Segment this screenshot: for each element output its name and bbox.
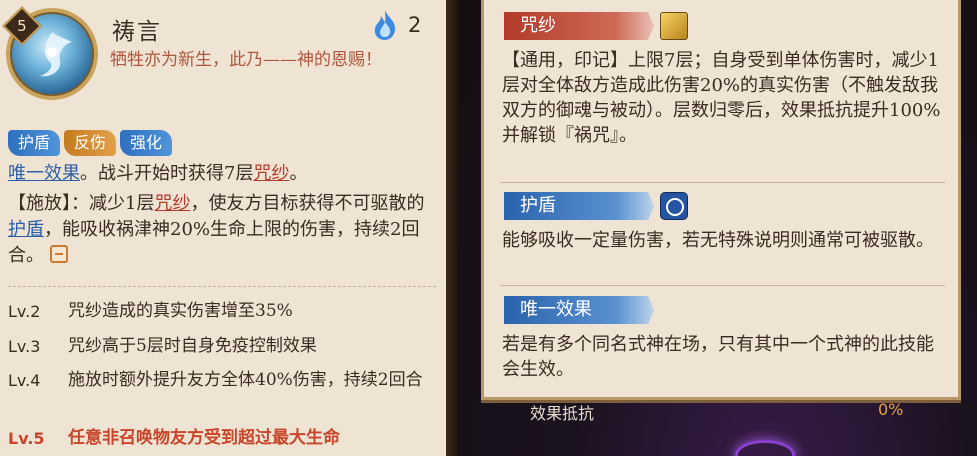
- keyword-unique-effect[interactable]: 唯一效果: [8, 163, 80, 184]
- tooltip-divider: [500, 182, 945, 183]
- tooltip-divider: [500, 285, 945, 286]
- stat-label-effect-resist: 效果抵抗: [530, 404, 595, 423]
- cost-value: 2: [408, 13, 422, 37]
- level-row: Lv.4 施放时额外提升友方全体40%伤害，持续2回合: [8, 370, 423, 390]
- shield-badge-icon: [660, 192, 688, 220]
- tooltip-text-shield: 能够吸收一定量伤害，若无特殊说明则通常可被驱散。: [502, 230, 934, 251]
- tag-enhance[interactable]: 强化: [120, 130, 173, 156]
- skill-cost: 2: [370, 8, 421, 42]
- skill-quote: 牺牲亦为新生，此乃——神的恩赐！: [110, 50, 382, 70]
- keyword-shield[interactable]: 护盾: [8, 219, 44, 240]
- skill-icon-wrap: 5: [2, 6, 98, 100]
- tooltip-text-curse-veil: 【通用，印记】上限7层；自身受到单体伤害时，减少1层对全体敌方造成此伤害20%的…: [502, 50, 941, 146]
- keyword-curse-veil-2[interactable]: 咒纱: [154, 193, 190, 214]
- section-divider: [8, 286, 436, 287]
- keyword-tooltip: 咒纱 【通用，印记】上限7层；自身受到单体伤害时，减少1层对全体敌方造成此伤害2…: [481, 0, 961, 400]
- stat-value-effect-resist: 0%: [878, 400, 904, 419]
- keyword-curse-veil[interactable]: 咒纱: [253, 163, 289, 184]
- tooltip-text-unique-effect: 若是有多个同名式神在场，只有其中一个式神的此技能会生效。: [502, 334, 934, 380]
- passive-description: 唯一效果。战斗开始时获得7层咒纱。: [8, 163, 308, 184]
- level-row-max: Lv.5 任意非召唤物友方受到超过最大生命: [8, 428, 340, 448]
- level-row: Lv.3 咒纱高于5层时自身免疫控制效果: [8, 336, 317, 356]
- tooltip-title-shield: 护盾: [504, 192, 654, 220]
- tooltip-title-curse-veil: 咒纱: [504, 12, 654, 40]
- skill-name: 祷言: [112, 19, 162, 45]
- tag-reflect[interactable]: 反伤: [64, 130, 117, 156]
- level-row: Lv.2 咒纱造成的真实伤害增至35%: [8, 301, 293, 321]
- panel-edge: [446, 0, 460, 456]
- collapse-icon[interactable]: [49, 245, 68, 263]
- skill-detail-panel: 5 祷言 2 牺牲亦为新生，此乃——神的恩赐！ 护盾 反伤 强化 唯一效果。战斗…: [0, 0, 446, 456]
- cast-description: 【施放】：减少1层咒纱，使友方目标获得不可驱散的护盾，能吸收祸津神20%生命上限…: [8, 193, 425, 266]
- gold-mark-icon: [660, 12, 688, 40]
- blue-flame-icon: [374, 10, 396, 40]
- tooltip-title-unique-effect: 唯一效果: [504, 296, 654, 324]
- skill-tags: 护盾 反伤 强化: [8, 130, 173, 156]
- tag-shield[interactable]: 护盾: [8, 130, 61, 156]
